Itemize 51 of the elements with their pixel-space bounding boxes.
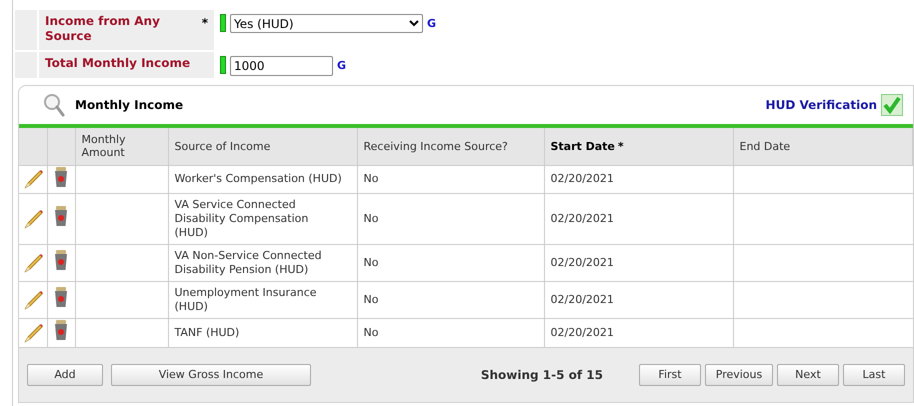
field-label: Income from Any Source — [45, 14, 161, 44]
verification-link[interactable]: HUD Verification — [766, 96, 877, 114]
column-header: End Date — [740, 140, 790, 153]
status-bar-icon — [220, 14, 226, 32]
add-button[interactable]: Add — [27, 364, 103, 386]
pagination-button[interactable]: Next — [777, 364, 839, 386]
pencil-icon[interactable] — [23, 322, 45, 344]
field-label: Total Monthly Income — [45, 56, 190, 71]
pagination-button[interactable]: Previous — [705, 364, 773, 386]
table-cell: 02/20/2021 — [550, 212, 614, 225]
table-cell: No — [364, 212, 378, 225]
table-cell: 02/20/2021 — [550, 256, 614, 269]
trash-icon[interactable] — [54, 249, 68, 272]
link[interactable]: G — [337, 56, 346, 74]
status-bar-icon — [220, 56, 226, 74]
table-cell: No — [364, 172, 378, 185]
column-header: Source of Income — [174, 140, 270, 153]
pencil-icon[interactable] — [23, 168, 45, 190]
table-cell: No — [364, 292, 378, 306]
pencil-icon[interactable] — [23, 208, 45, 230]
table-cell: 02/20/2021 — [550, 292, 614, 306]
link[interactable]: G — [427, 14, 436, 32]
pagination-summary: Showing 1-5 of 15 — [480, 366, 603, 384]
table-cell: 02/20/2021 — [550, 172, 614, 185]
table-cell: Worker's Compensation (HUD) — [174, 172, 342, 186]
pagination-button[interactable]: Last — [843, 364, 905, 386]
table-cell: No — [364, 256, 378, 269]
column-header: Receiving Income Source? — [364, 140, 508, 153]
table-cell: VA Service Connected Disability Compensation (HUD) — [174, 198, 308, 239]
column-header: Monthly Amount — [82, 133, 126, 160]
required-mark: * — [202, 15, 208, 32]
panel-title: Monthly Income — [75, 97, 184, 114]
pencil-icon[interactable] — [23, 289, 45, 311]
table-cell: 02/20/2021 — [550, 326, 614, 338]
table-cell: TANF (HUD) — [174, 326, 240, 339]
table-cell: VA Non-Service Connected Disability Pension (HUD) — [174, 249, 322, 276]
required-mark: * — [618, 140, 624, 153]
trash-icon[interactable] — [54, 166, 68, 188]
table-cell: Unemployment Insurance (HUD) — [174, 286, 317, 313]
column-header: Start Date — [550, 140, 615, 153]
chevron-down-icon — [409, 20, 419, 27]
trash-icon[interactable] — [54, 205, 68, 228]
search-icon — [43, 93, 65, 117]
trash-icon[interactable] — [54, 286, 68, 308]
input-field[interactable]: 1000 — [230, 56, 333, 76]
pagination-button[interactable]: First — [639, 364, 701, 386]
table-cell: No — [364, 326, 378, 338]
view-gross-income-button[interactable]: View Gross Income — [111, 364, 311, 386]
pencil-icon[interactable] — [23, 252, 45, 274]
select-field[interactable]: Yes (HUD) — [230, 14, 423, 33]
trash-icon[interactable] — [54, 319, 68, 341]
